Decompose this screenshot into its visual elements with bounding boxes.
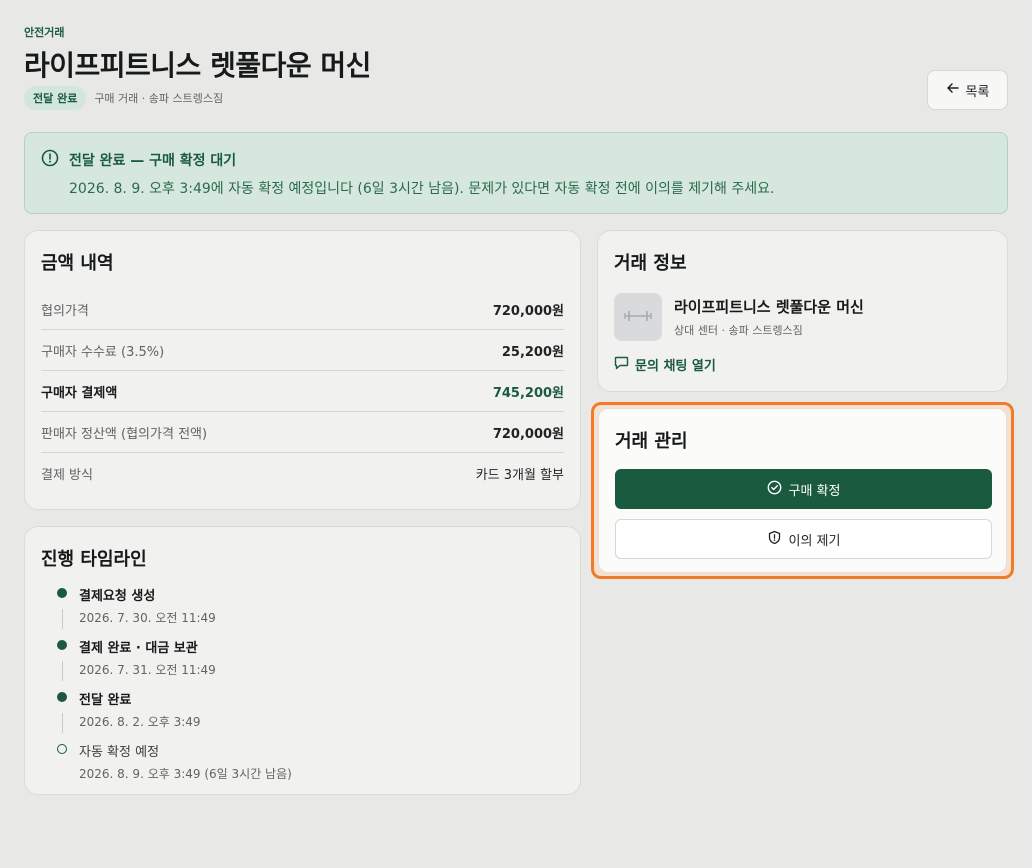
- timeline-label: 자동 확정 예정: [79, 745, 160, 760]
- timeline-dot-done: [57, 692, 67, 702]
- timeline-item: 결제요청 생성 2026. 7. 30. 오전 11:49: [41, 585, 564, 637]
- timeline-label: 결제 완료 · 대금 보관: [79, 641, 198, 656]
- chat-bubble-icon: [614, 355, 629, 374]
- open-chat-link[interactable]: 문의 채팅 열기: [614, 355, 991, 374]
- timeline-card-title: 진행 타임라인: [41, 549, 147, 570]
- back-button-label: 목록: [965, 84, 990, 100]
- amount-label: 협의가격: [41, 303, 89, 319]
- amount-row-negotiated-price: 협의가격 720,000원: [41, 289, 564, 330]
- timeline-list: 결제요청 생성 2026. 7. 30. 오전 11:49 결제 완료 · 대금…: [41, 585, 564, 793]
- amount-row-buyer-total: 구매자 결제액 745,200원: [41, 371, 564, 412]
- amount-value: 25,200원: [501, 344, 564, 360]
- amount-value: 720,000원: [492, 426, 564, 442]
- timeline-card: 진행 타임라인 결제요청 생성 2026. 7. 30. 오전 11:49 결제…: [24, 526, 581, 795]
- amount-list: 협의가격 720,000원 구매자 수수료 (3.5%) 25,200원 구매자…: [41, 289, 564, 494]
- timeline-item: 전달 완료 2026. 8. 2. 오후 3:49: [41, 689, 564, 741]
- page-title: 라이프피트니스 렛풀다운 머신: [24, 49, 371, 82]
- check-circle-icon: [767, 480, 782, 499]
- product-counterparty: 상대 센터 · 송파 스트렝스짐: [674, 324, 803, 337]
- timeline-item: 자동 확정 예정 2026. 8. 9. 오후 3:49 (6일 3시간 남음): [41, 741, 564, 793]
- amount-value: 720,000원: [492, 303, 564, 319]
- confirm-purchase-label: 구매 확정: [788, 483, 841, 499]
- header-meta: 전달 완료 구매 거래 · 송파 스트렝스짐: [24, 86, 223, 110]
- trade-info-card: 거래 정보 라이프피트니스 렛풀다운 머신 상대 센터 · 송파 스트렝스짐 문…: [597, 230, 1008, 392]
- arrow-left-icon: [946, 81, 960, 99]
- status-badge: 전달 완료: [24, 86, 87, 110]
- timeline-label: 전달 완료: [79, 693, 132, 708]
- timeline-label: 결제요청 생성: [79, 589, 156, 604]
- timeline-date: 2026. 8. 2. 오후 3:49: [79, 715, 201, 729]
- trade-info-title: 거래 정보: [614, 253, 687, 274]
- trade-manage-title: 거래 관리: [615, 431, 688, 452]
- timeline-date: 2026. 7. 31. 오전 11:49: [79, 663, 216, 677]
- alert-circle-icon: [41, 149, 59, 171]
- amount-row-buyer-fee: 구매자 수수료 (3.5%) 25,200원: [41, 330, 564, 371]
- timeline-date: 2026. 8. 9. 오후 3:49 (6일 3시간 남음): [79, 767, 292, 781]
- product-thumbnail: [614, 293, 662, 341]
- amount-label: 구매자 수수료 (3.5%): [41, 344, 165, 360]
- timeline-connector: [62, 661, 63, 681]
- raise-dispute-label: 이의 제기: [788, 533, 841, 549]
- dumbbell-icon: [623, 308, 653, 327]
- back-to-list-button[interactable]: 목록: [927, 70, 1008, 110]
- confirm-purchase-button[interactable]: 구매 확정: [615, 469, 992, 509]
- status-alert: 전달 완료 — 구매 확정 대기 2026. 8. 9. 오후 3:49에 자동…: [24, 132, 1008, 214]
- timeline-dot-done: [57, 640, 67, 650]
- timeline-item: 결제 완료 · 대금 보관 2026. 7. 31. 오전 11:49: [41, 637, 564, 689]
- amount-label: 구매자 결제액: [41, 385, 118, 401]
- trade-meta: 구매 거래 · 송파 스트렝스짐: [94, 92, 224, 105]
- trade-manage-card: 거래 관리 구매 확정 이의 제기: [598, 408, 1007, 573]
- amount-label: 판매자 정산액 (협의가격 전액): [41, 426, 208, 442]
- timeline-connector: [62, 713, 63, 733]
- alert-title: 전달 완료 — 구매 확정 대기: [69, 153, 237, 169]
- shield-alert-icon: [767, 530, 782, 549]
- amount-row-seller-payout: 판매자 정산액 (협의가격 전액) 720,000원: [41, 412, 564, 453]
- product-summary: 라이프피트니스 렛풀다운 머신 상대 센터 · 송파 스트렝스짐: [614, 293, 991, 341]
- amount-row-payment-method: 결제 방식 카드 3개월 할부: [41, 453, 564, 494]
- timeline-date: 2026. 7. 30. 오전 11:49: [79, 611, 216, 625]
- open-chat-label: 문의 채팅 열기: [635, 359, 716, 374]
- alert-body: 2026. 8. 9. 오후 3:49에 자동 확정 예정입니다 (6일 3시간…: [69, 181, 775, 197]
- amount-card-title: 금액 내역: [41, 253, 114, 274]
- timeline-dot-done: [57, 588, 67, 598]
- raise-dispute-button[interactable]: 이의 제기: [615, 519, 992, 559]
- amount-card: 금액 내역 협의가격 720,000원 구매자 수수료 (3.5%) 25,20…: [24, 230, 581, 510]
- timeline-dot-pending: [57, 744, 67, 754]
- product-text: 라이프피트니스 렛풀다운 머신 상대 센터 · 송파 스트렝스짐: [674, 296, 864, 338]
- amount-label: 결제 방식: [41, 468, 93, 483]
- section-eyebrow: 안전거래: [24, 26, 65, 39]
- amount-value: 745,200원: [492, 385, 564, 401]
- amount-value: 카드 3개월 할부: [475, 468, 564, 483]
- timeline-connector: [62, 609, 63, 629]
- product-name: 라이프피트니스 렛풀다운 머신: [674, 298, 864, 316]
